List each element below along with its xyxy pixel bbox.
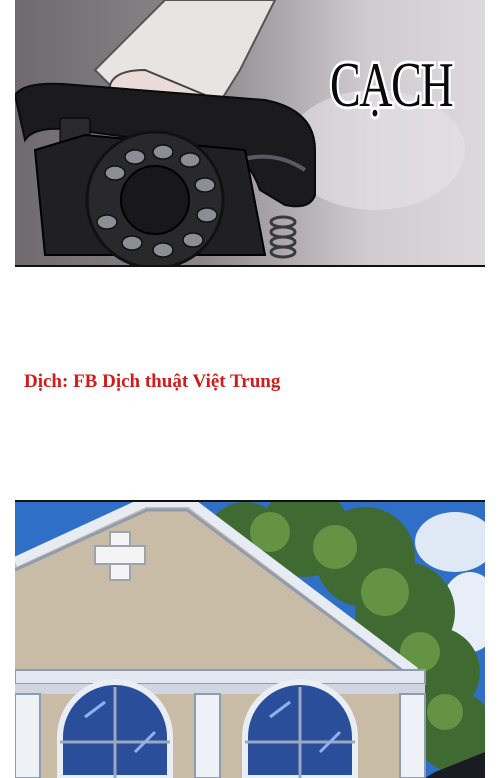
comic-panel-telephone: CẠCH [15,0,485,267]
comic-panel-church [15,500,485,778]
telephone-illustration [15,0,465,265]
translator-credit: Dịch: FB Dịch thuật Việt Trung [24,371,281,392]
church-illustration [15,502,485,778]
sound-effect-text: CẠCH [328,46,456,123]
